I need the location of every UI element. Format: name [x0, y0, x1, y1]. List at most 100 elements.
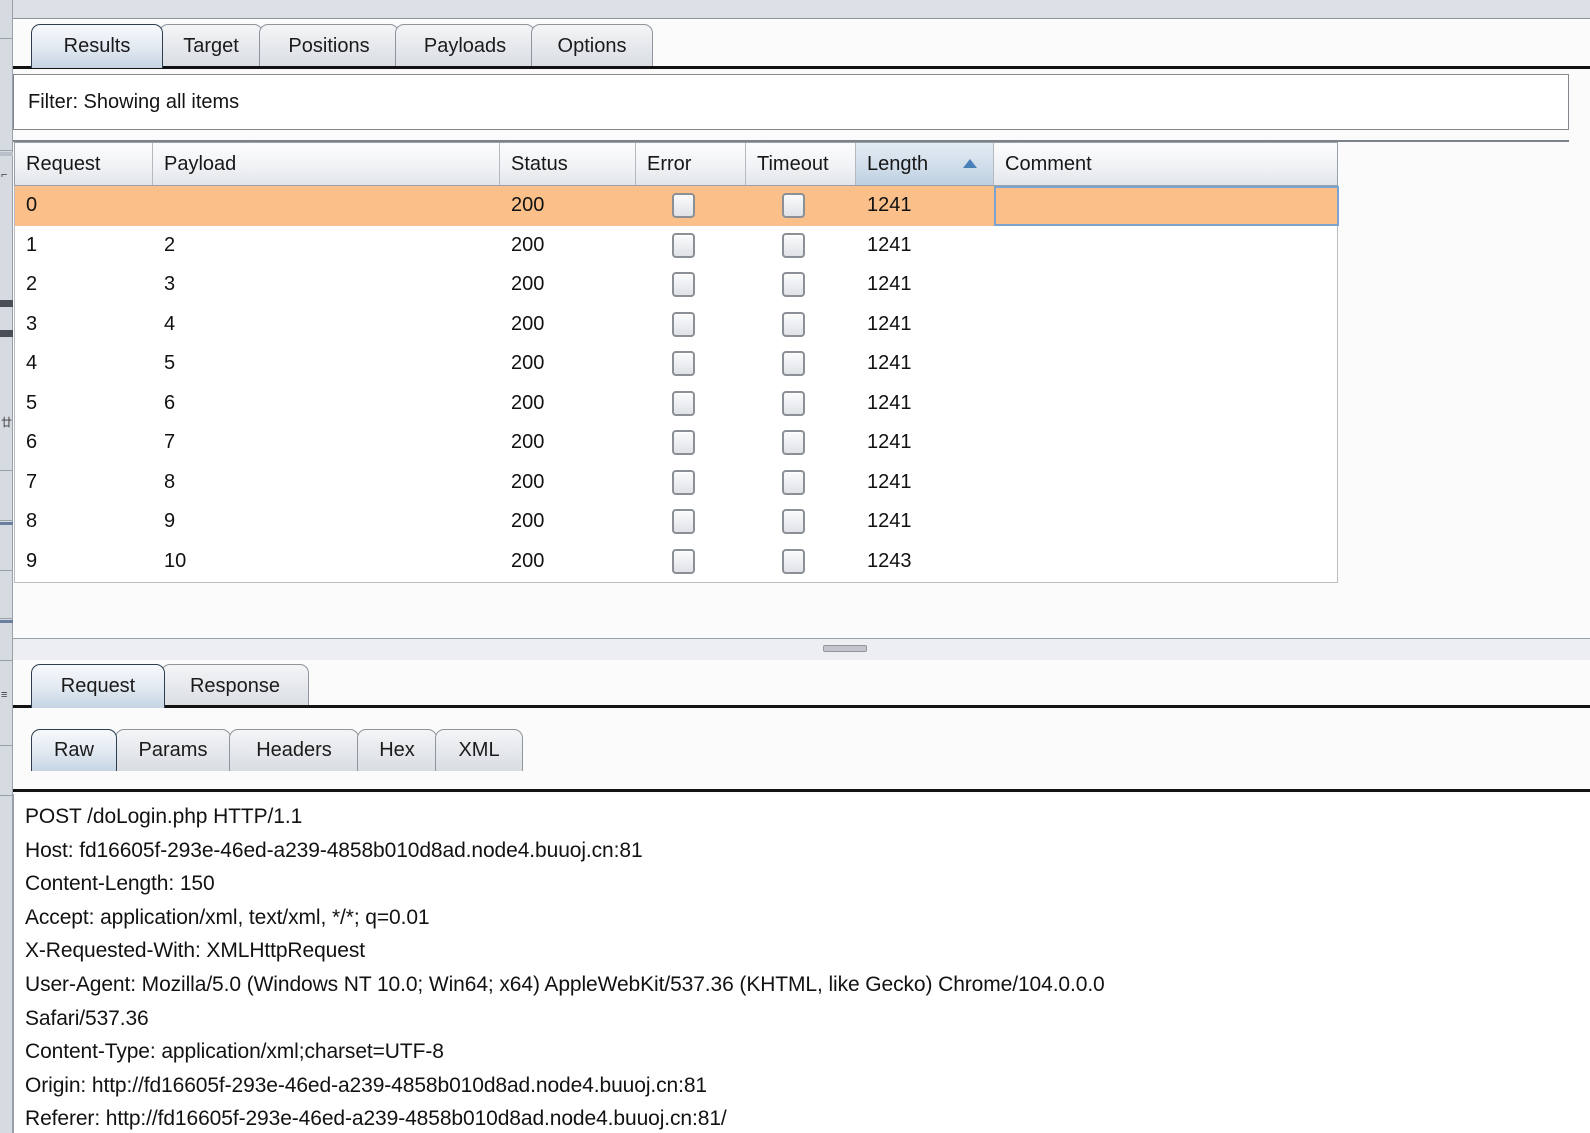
column-header-payload[interactable]: Payload: [153, 143, 500, 185]
error-checkbox-icon[interactable]: [672, 548, 695, 574]
timeout-checkbox-icon[interactable]: [782, 469, 805, 495]
column-header-request-label: Request: [26, 152, 101, 175]
timeout-checkbox-icon[interactable]: [782, 390, 805, 416]
tab-request-label: Request: [60, 675, 136, 697]
tab-positions-label: Positions: [288, 35, 370, 57]
cell-error[interactable]: [636, 542, 746, 582]
error-checkbox-icon[interactable]: [672, 430, 695, 456]
tab-params[interactable]: Params: [115, 729, 231, 771]
cell-status: 200: [511, 233, 545, 256]
error-checkbox-icon[interactable]: [672, 232, 695, 258]
cell-payload: 3: [164, 273, 176, 296]
splitter-grip-icon[interactable]: [823, 645, 867, 652]
table-row[interactable]: 1 2 200 1241: [15, 225, 1337, 266]
timeout-checkbox-icon[interactable]: [782, 311, 805, 337]
timeout-checkbox-icon[interactable]: [782, 351, 805, 377]
cell-error[interactable]: [636, 226, 746, 266]
cell-timeout[interactable]: [746, 384, 856, 424]
error-checkbox-icon[interactable]: [672, 311, 695, 337]
error-checkbox-icon[interactable]: [672, 390, 695, 416]
table-row[interactable]: 4 5 200 1241: [15, 344, 1337, 384]
cell-error[interactable]: [636, 305, 746, 345]
cell-timeout[interactable]: [746, 226, 856, 266]
horizontal-splitter[interactable]: [13, 638, 1590, 660]
cell-status: 200: [511, 312, 545, 335]
cell-error[interactable]: [636, 502, 746, 542]
tab-positions[interactable]: Positions: [259, 24, 399, 68]
tab-raw[interactable]: Raw: [31, 729, 117, 771]
column-header-request[interactable]: Request: [15, 143, 153, 185]
tab-options[interactable]: Options: [531, 24, 653, 68]
column-header-comment[interactable]: Comment: [994, 143, 1339, 185]
tab-payloads[interactable]: Payloads: [395, 24, 535, 68]
tab-hex-label: Hex: [379, 739, 415, 761]
raw-request-viewer[interactable]: POST /doLogin.php HTTP/1.1 Host: fd16605f…: [13, 794, 1590, 1133]
column-header-comment-label: Comment: [1005, 152, 1092, 175]
timeout-checkbox-icon[interactable]: [782, 430, 805, 456]
cell-comment: [994, 305, 1339, 345]
cell-error[interactable]: [636, 384, 746, 424]
table-row[interactable]: 9 10 200 1243: [15, 541, 1337, 582]
cell-timeout[interactable]: [746, 502, 856, 542]
timeout-checkbox-icon[interactable]: [782, 509, 805, 535]
table-row[interactable]: 8 9 200 1241: [15, 502, 1337, 542]
timeout-checkbox-icon[interactable]: [782, 193, 805, 219]
column-header-length[interactable]: Length: [856, 143, 994, 185]
raw-request-line: Content-Type: application/xml;charset=UT…: [25, 1040, 444, 1064]
cell-request: 9: [26, 549, 38, 572]
timeout-checkbox-icon[interactable]: [782, 548, 805, 574]
cell-error[interactable]: [636, 423, 746, 463]
filter-bar[interactable]: Filter: Showing all items: [13, 74, 1569, 130]
cell-length: 1243: [867, 549, 912, 572]
table-row[interactable]: 7 8 200 1241: [15, 462, 1337, 503]
cell-length: 1241: [867, 194, 912, 217]
cell-error[interactable]: [636, 344, 746, 384]
cell-request: 8: [26, 510, 38, 533]
view-tabstrip-divider: [13, 789, 1590, 792]
tab-response[interactable]: Response: [161, 664, 309, 708]
column-header-timeout-label: Timeout: [757, 152, 829, 175]
timeout-checkbox-icon[interactable]: [782, 232, 805, 258]
cell-status: 200: [511, 470, 545, 493]
cell-length: 1241: [867, 391, 912, 414]
cell-status: 200: [511, 431, 545, 454]
tab-hex[interactable]: Hex: [357, 729, 437, 771]
tab-results-label: Results: [63, 35, 131, 57]
cell-payload: 6: [164, 391, 176, 414]
cell-error[interactable]: [636, 265, 746, 305]
cell-timeout[interactable]: [746, 305, 856, 345]
error-checkbox-icon[interactable]: [672, 509, 695, 535]
timeout-checkbox-icon[interactable]: [782, 272, 805, 298]
intruder-attack-window: ⌐ 廿 ≡ Results Target Positions Payloads …: [0, 0, 1590, 1133]
column-header-timeout[interactable]: Timeout: [746, 143, 856, 185]
cell-error[interactable]: [636, 186, 746, 226]
cell-comment: [994, 186, 1339, 226]
error-checkbox-icon[interactable]: [672, 469, 695, 495]
error-checkbox-icon[interactable]: [672, 351, 695, 377]
tab-request[interactable]: Request: [31, 664, 165, 708]
table-row[interactable]: 6 7 200 1241: [15, 423, 1337, 463]
tab-results[interactable]: Results: [31, 24, 163, 68]
error-checkbox-icon[interactable]: [672, 193, 695, 219]
column-header-error[interactable]: Error: [636, 143, 746, 185]
cell-timeout[interactable]: [746, 542, 856, 582]
table-row[interactable]: 5 6 200 1241: [15, 383, 1337, 424]
intruder-panel: Results Target Positions Payloads Option…: [13, 20, 1590, 1133]
tab-target[interactable]: Target: [159, 24, 263, 68]
cell-timeout[interactable]: [746, 186, 856, 226]
background-window-sliver: ⌐ 廿 ≡: [0, 0, 13, 1133]
tab-xml[interactable]: XML: [435, 729, 523, 771]
cell-timeout[interactable]: [746, 463, 856, 503]
column-header-status[interactable]: Status: [500, 143, 636, 185]
tab-headers[interactable]: Headers: [229, 729, 359, 771]
cell-timeout[interactable]: [746, 265, 856, 305]
cell-error[interactable]: [636, 463, 746, 503]
table-row[interactable]: 3 4 200 1241: [15, 304, 1339, 345]
table-row[interactable]: 0 200 1241: [15, 186, 1337, 226]
table-row[interactable]: 2 3 200 1241: [15, 265, 1337, 305]
cell-request: 6: [26, 431, 38, 454]
tab-payloads-label: Payloads: [423, 35, 507, 57]
cell-timeout[interactable]: [746, 344, 856, 384]
cell-timeout[interactable]: [746, 423, 856, 463]
error-checkbox-icon[interactable]: [672, 272, 695, 298]
